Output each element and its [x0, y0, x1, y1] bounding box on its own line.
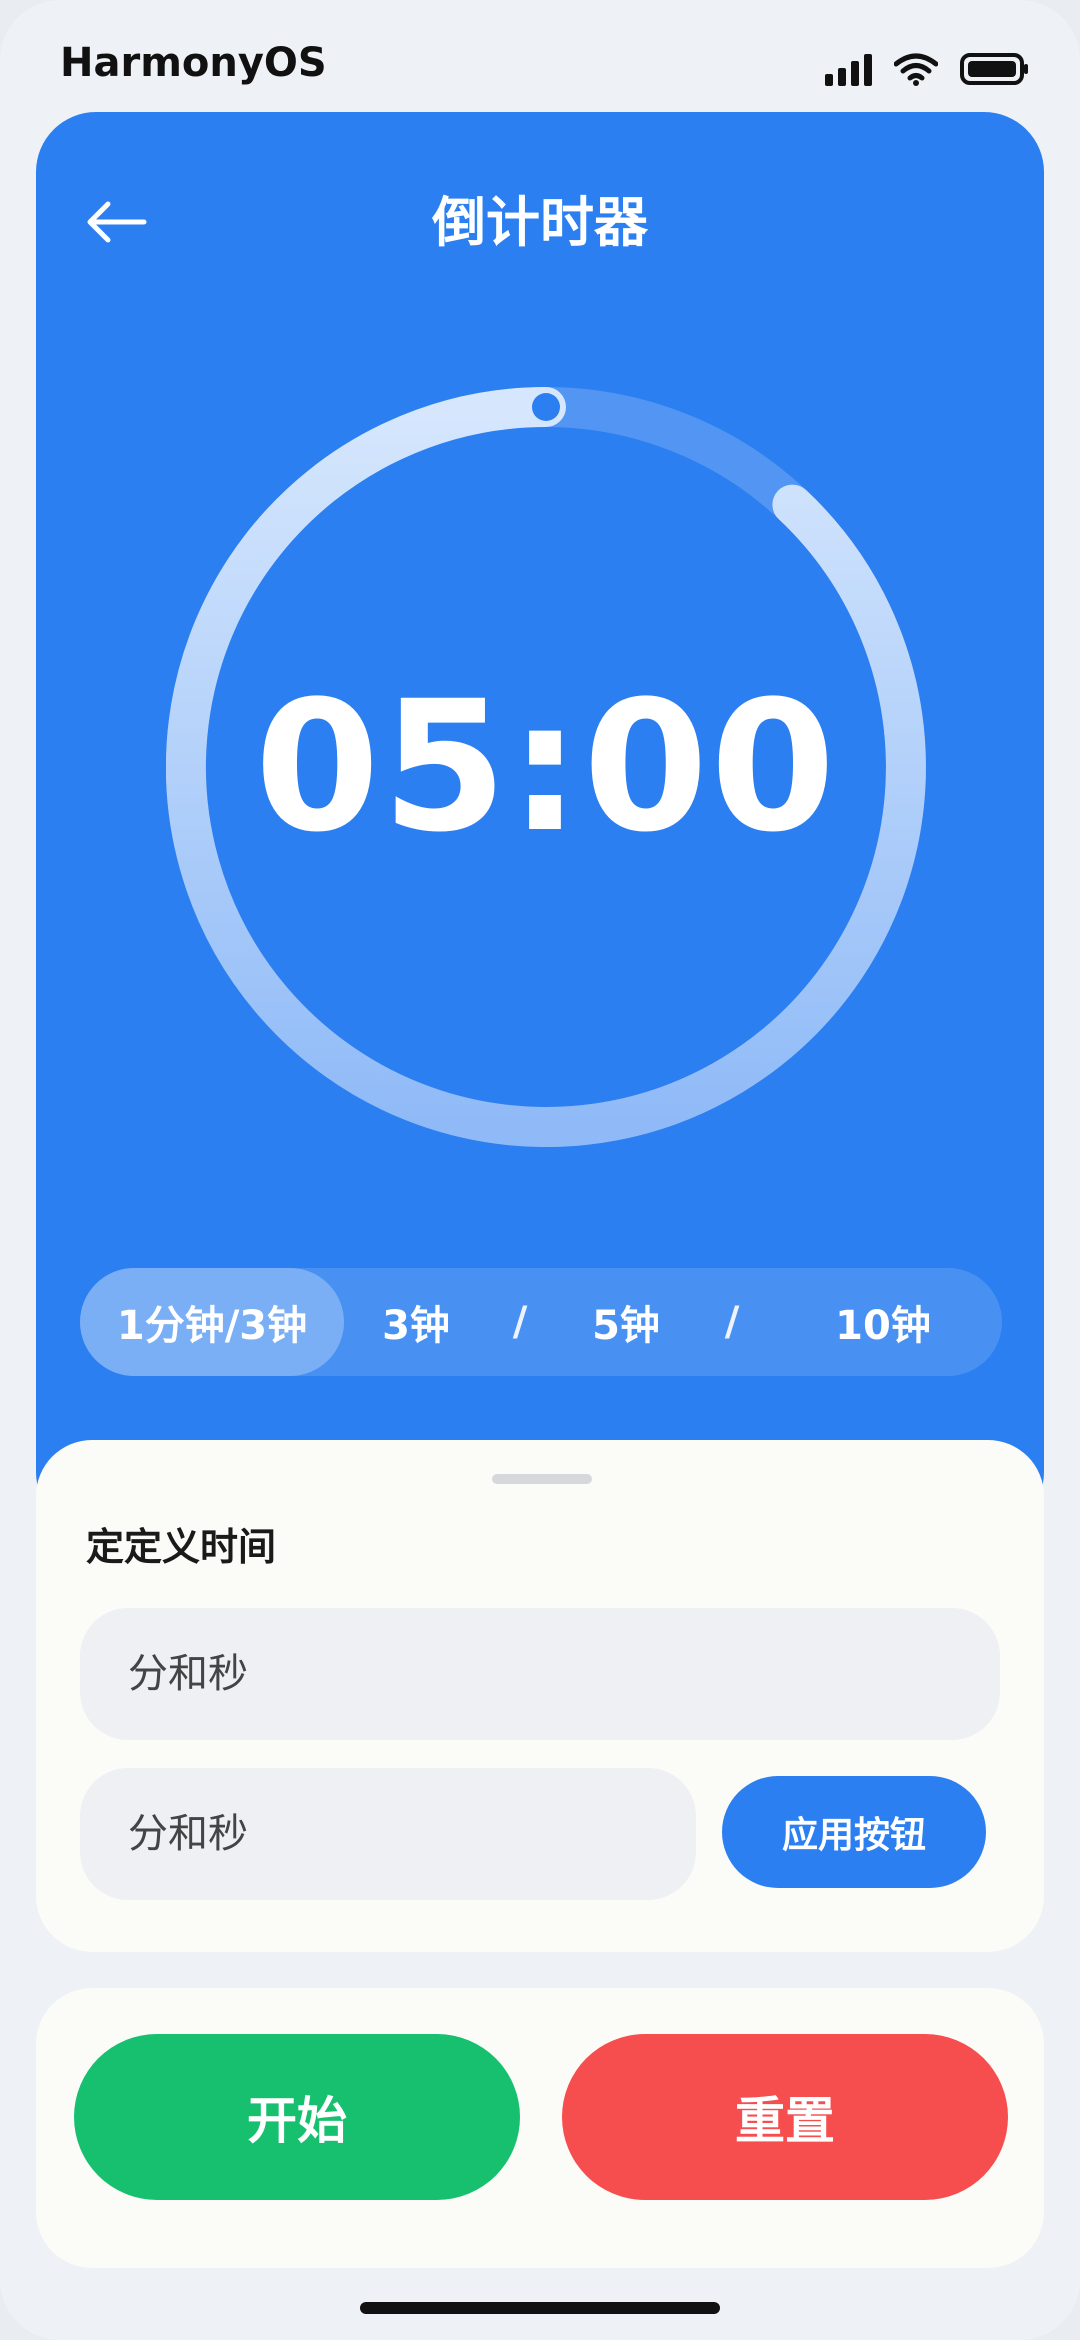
reset-button[interactable]: 重置 — [562, 2034, 1008, 2200]
drag-handle[interactable] — [492, 1474, 592, 1484]
time-input-primary[interactable] — [80, 1608, 1000, 1740]
preset-separator: / — [512, 1299, 528, 1345]
time-input-secondary[interactable] — [80, 1768, 696, 1900]
brand-label: HarmonyOS — [60, 40, 327, 86]
start-button[interactable]: 开始 — [74, 2034, 520, 2200]
status-icons — [825, 52, 1030, 86]
wifi-icon — [894, 53, 938, 86]
custom-time-title: 定定义时间 — [86, 1525, 277, 1569]
timer-panel: 倒计时器 05:00 1分钟/3钟 3钟 / 5钟 / 10钟 — [36, 112, 1044, 1532]
page-title: 倒计时器 — [432, 191, 648, 254]
home-indicator[interactable] — [360, 2302, 720, 2314]
timer-display: 05:00 — [254, 662, 838, 872]
preset-separator: / — [724, 1299, 740, 1345]
action-card: 开始 重置 — [36, 1988, 1044, 2268]
preset-selector: 1分钟/3钟 3钟 / 5钟 / 10钟 — [80, 1268, 1002, 1376]
custom-time-card: 定定义时间 应用按钮 — [36, 1440, 1044, 1952]
apply-button[interactable]: 应用按钮 — [722, 1776, 986, 1888]
preset-3-min[interactable]: 3钟 — [344, 1293, 488, 1351]
preset-5-min[interactable]: 5钟 — [552, 1293, 700, 1351]
status-bar: HarmonyOS — [0, 0, 1080, 110]
battery-icon — [960, 53, 1028, 85]
phone-screen: HarmonyOS 倒计时器 05:00 1分钟/3钟 3钟 / 5钟 / 10… — [0, 0, 1080, 2340]
preset-1-3-min[interactable]: 1分钟/3钟 — [80, 1268, 344, 1376]
preset-10-min[interactable]: 10钟 — [764, 1293, 1002, 1351]
signal-icon — [825, 52, 872, 86]
